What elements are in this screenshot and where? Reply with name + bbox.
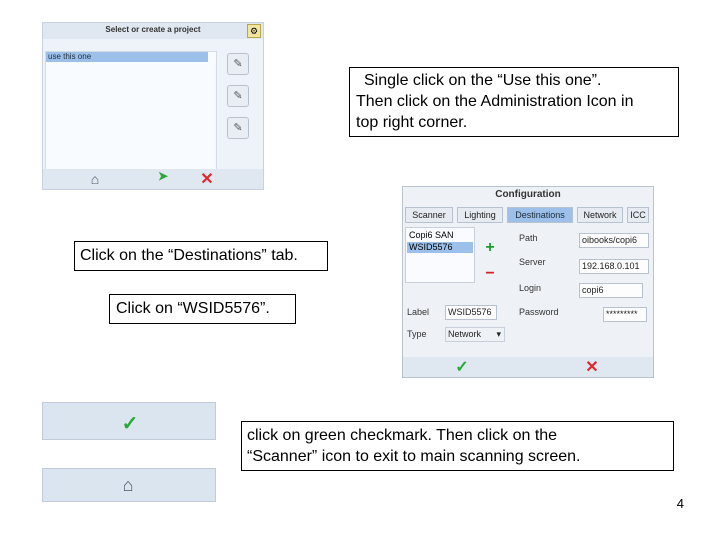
password-label: Password (519, 307, 559, 317)
label-field[interactable]: WSID5576 (445, 305, 497, 320)
close-icon[interactable]: ✕ (583, 357, 601, 376)
project-dialog-title: Select or create a project (43, 23, 263, 39)
project-bottom-bar: ⌂ ➤ ✕ (43, 169, 263, 189)
checkmark-icon[interactable]: ✓ (453, 357, 471, 376)
type-label: Type (407, 329, 427, 339)
administration-tools-icon[interactable]: ⚙ (247, 24, 261, 38)
tab-icc[interactable]: ICC (627, 207, 649, 223)
callout-1-line-2: Then click on the Administration Icon in (356, 93, 634, 110)
callout-select-destination: Click on “WSID5576”. (109, 294, 296, 324)
callout-confirm-and-exit: click on green checkmark. Then click on … (241, 421, 674, 471)
configuration-screenshot: Configuration Scanner Lighting Destinati… (402, 186, 654, 378)
add-destination-icon[interactable]: + (483, 240, 497, 256)
path-field[interactable]: oibooks/copi6 (579, 233, 649, 248)
tab-scanner[interactable]: Scanner (405, 207, 453, 223)
project-list-item-selected[interactable]: use this one (46, 52, 208, 62)
checkmark-icon[interactable]: ✓ (119, 411, 141, 435)
new-project-icon[interactable]: ✎ (227, 53, 249, 75)
callout-4-line-2: “Scanner” icon to exit to main scanning … (247, 448, 581, 465)
callout-1-line-3: top right corner. (356, 114, 468, 131)
remove-destination-icon[interactable]: − (483, 266, 497, 282)
page-number: 4 (676, 496, 684, 511)
cursor-icon: ➤ (157, 169, 169, 183)
login-label: Login (519, 283, 542, 293)
tab-network[interactable]: Network (577, 207, 623, 223)
callout-select-project: Single click on the “Use this one”. Then… (349, 67, 679, 137)
checkmark-bar-screenshot: ✓ (42, 402, 216, 440)
callout-2-text: Click on the “Destinations” tab. (80, 247, 298, 264)
callout-4-line-1: click on green checkmark. Then click on … (247, 427, 558, 444)
chevron-down-icon: ▾ (496, 329, 501, 339)
callout-1-line-1: Single click on the “Use this one”. (364, 72, 602, 89)
callout-destinations-tab: Click on the “Destinations” tab. (74, 241, 328, 271)
project-selector-screenshot: Select or create a project ⚙ use this on… (42, 22, 264, 190)
tab-destinations[interactable]: Destinations (507, 207, 573, 223)
server-field[interactable]: 192.168.0.101 (579, 259, 649, 274)
destination-item-copi6-san[interactable]: Copi6 SAN (407, 230, 473, 241)
scanner-bar-screenshot: ⌂ (42, 468, 216, 502)
path-label: Path (519, 233, 538, 243)
password-field[interactable]: ********* (603, 307, 647, 322)
delete-project-icon[interactable]: ✎ (227, 117, 249, 139)
type-select-value: Network (448, 329, 482, 339)
login-field[interactable]: copi6 (579, 283, 643, 298)
close-icon[interactable]: ✕ (199, 169, 215, 188)
tab-lighting[interactable]: Lighting (457, 207, 503, 223)
edit-project-icon[interactable]: ✎ (227, 85, 249, 107)
destination-list: Copi6 SAN WSID5576 (405, 227, 475, 283)
configuration-title: Configuration (495, 189, 561, 200)
configuration-bottom-bar: ✓ ✕ (403, 357, 653, 377)
project-list: use this one (45, 51, 217, 183)
server-label: Server (519, 257, 546, 267)
label-label: Label (407, 307, 430, 317)
scanner-icon[interactable]: ⌂ (117, 475, 139, 497)
destination-item-wsid5576[interactable]: WSID5576 (407, 242, 473, 253)
scanner-icon[interactable]: ⌂ (87, 171, 103, 187)
callout-3-text: Click on “WSID5576”. (116, 300, 270, 317)
type-select[interactable]: Network ▾ (445, 327, 505, 342)
